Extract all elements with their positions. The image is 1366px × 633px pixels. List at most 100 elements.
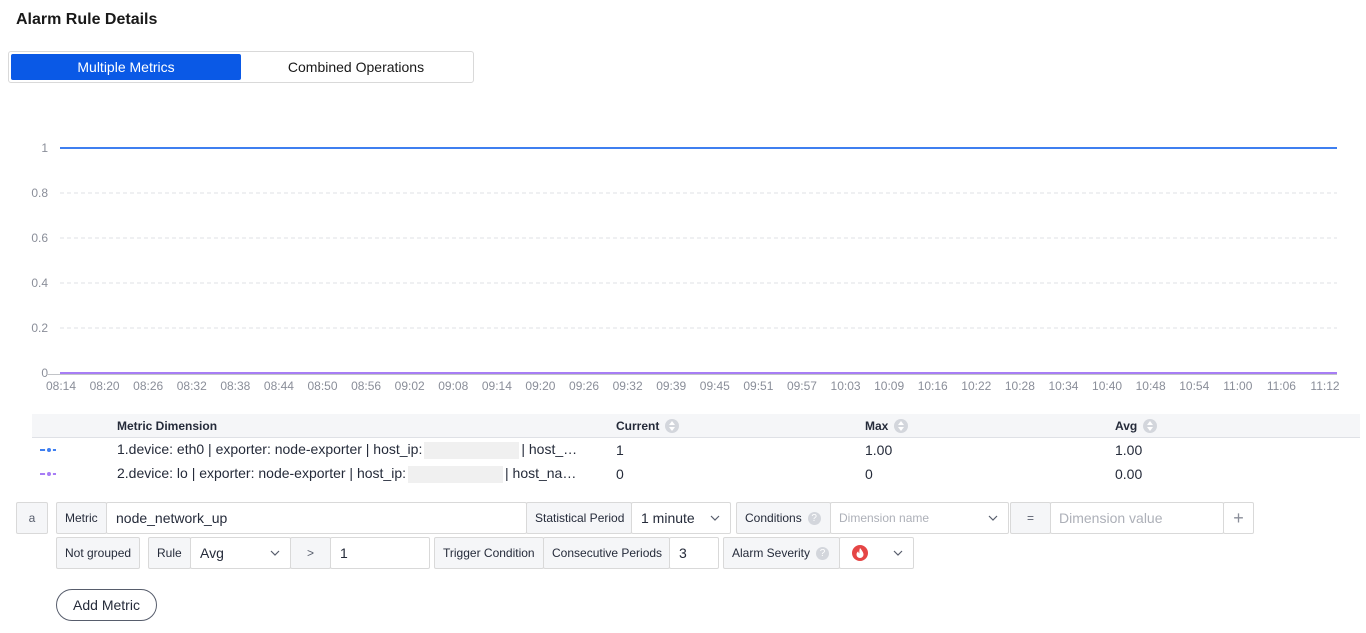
x-tick-label: 10:34	[1048, 379, 1078, 393]
metric-dimension-cell: 2.device: lo | exporter: node-exporter |…	[117, 465, 577, 483]
redacted-host-ip	[408, 465, 503, 483]
chevron-down-icon	[988, 515, 998, 521]
x-tick-label: 10:48	[1136, 379, 1166, 393]
x-tick-label: 09:32	[613, 379, 643, 393]
y-tick-label: 0.8	[31, 186, 48, 200]
rule-value: Avg	[200, 545, 224, 561]
x-tick-label: 08:56	[351, 379, 381, 393]
help-icon[interactable]: ?	[807, 511, 821, 525]
alarm-severity-select[interactable]	[839, 537, 914, 569]
sort-icon[interactable]	[894, 418, 909, 433]
page-title: Alarm Rule Details	[16, 11, 158, 28]
metric-chart-svg: 1 0.8 0.6 0.4 0.2 008:14 08:20 08:26 08:32 08:38 0…	[31, 141, 1340, 393]
legend-dot	[45, 446, 53, 454]
rule-select[interactable]: Avg	[190, 537, 291, 569]
conditions-label: Conditions?	[736, 502, 831, 534]
operator-select[interactable]: >	[290, 537, 331, 569]
x-tick-label: 09:08	[438, 379, 468, 393]
x-tick-label: 09:39	[656, 379, 686, 393]
avg-cell: 1.00	[1115, 442, 1143, 458]
add-condition-button[interactable]: +	[1223, 502, 1254, 534]
redacted-host-ip	[424, 441, 520, 459]
y-tick-label: 0.4	[31, 276, 48, 290]
view-mode-toggle: Multiple Metrics Combined Operations	[8, 51, 474, 83]
legend-dot	[45, 470, 53, 478]
x-tick-label: 08:32	[177, 379, 207, 393]
x-tick-label: 10:54	[1179, 379, 1209, 393]
add-metric-button[interactable]: Add Metric	[56, 589, 157, 621]
table-header: Metric Dimension Current Max Avg	[32, 414, 1360, 438]
x-tick-label: 08:38	[220, 379, 250, 393]
dimension-value-input[interactable]: Dimension value	[1050, 502, 1224, 534]
x-tick-label: 09:20	[525, 379, 555, 393]
consecutive-periods-input[interactable]: 3	[669, 537, 719, 569]
metric-chart: 1 0.8 0.6 0.4 0.2 0 08:14 08:20 08:26 08:32 08:38 0…	[0, 120, 1366, 400]
metric-input[interactable]: node_network_up	[106, 502, 527, 534]
tab-combined-operations[interactable]: Combined Operations	[241, 54, 471, 80]
y-tick-label: 0.6	[31, 231, 48, 245]
x-tick-label: 09:51	[743, 379, 773, 393]
max-cell: 0	[865, 466, 873, 482]
x-tick-label: 09:45	[700, 379, 730, 393]
chevron-down-icon	[710, 515, 720, 521]
x-tick-label: 08:44	[264, 379, 294, 393]
x-tick-label: 08:50	[308, 379, 338, 393]
y-tick-label: 0.2	[31, 321, 48, 335]
max-cell: 1.00	[865, 442, 893, 458]
table-row[interactable]: 1.device: eth0 | exporter: node-exporter…	[32, 438, 1360, 462]
x-tick-label: 11:00	[1223, 379, 1252, 393]
x-tick-label: 10:09	[874, 379, 904, 393]
threshold-input[interactable]: 1	[330, 537, 430, 569]
avg-cell: 0.00	[1115, 466, 1143, 482]
y-tick-label: 0	[41, 366, 48, 380]
dimension-name-select[interactable]: Dimension name	[830, 502, 1009, 534]
metric-dimension-table: Metric Dimension Current Max Avg 1.devic…	[32, 414, 1360, 486]
severity-critical-icon	[840, 544, 892, 562]
x-tick-label: 09:57	[787, 379, 817, 393]
not-grouped-label[interactable]: Not grouped	[56, 537, 140, 569]
series-legend-icon	[32, 438, 117, 462]
header-avg[interactable]: Avg	[1115, 418, 1355, 433]
chevron-down-icon	[270, 550, 280, 556]
x-tick-label: 09:02	[395, 379, 425, 393]
trigger-condition-label: Trigger Condition	[434, 537, 544, 569]
help-icon[interactable]: ?	[816, 546, 830, 560]
statistical-period-label: Statistical Period	[526, 502, 632, 534]
dimension-value-placeholder: Dimension value	[1059, 510, 1163, 526]
sort-icon[interactable]	[665, 418, 680, 433]
current-cell: 1	[616, 442, 624, 458]
x-tick-label: 09:26	[569, 379, 599, 393]
threshold-value: 1	[340, 545, 348, 561]
statistical-period-select[interactable]: 1 minute	[631, 502, 731, 534]
rule-label: Rule	[148, 537, 191, 569]
x-tick-label: 10:16	[918, 379, 948, 393]
table-row[interactable]: 2.device: lo | exporter: node-exporter |…	[32, 462, 1360, 486]
x-tick-label: 10:22	[961, 379, 991, 393]
header-metric-dimension: Metric Dimension	[117, 418, 218, 433]
x-tick-label: 09:14	[482, 379, 512, 393]
alarm-severity-label: Alarm Severity?	[723, 537, 840, 569]
current-cell: 0	[616, 466, 624, 482]
equals-operator: =	[1010, 502, 1051, 534]
dimension-name-placeholder: Dimension name	[839, 511, 930, 525]
metric-label: Metric	[56, 502, 107, 534]
chevron-down-icon	[893, 550, 903, 556]
header-current[interactable]: Current	[616, 418, 865, 433]
x-tick-label: 10:28	[1005, 379, 1035, 393]
consecutive-periods-value: 3	[679, 545, 687, 561]
rule-id-badge: a	[16, 502, 48, 534]
metric-dimension-cell: 1.device: eth0 | exporter: node-exporter…	[117, 441, 578, 459]
x-tick-label: 10:40	[1092, 379, 1122, 393]
x-tick-label: 11:06	[1267, 379, 1296, 393]
x-tick-label: 08:26	[133, 379, 163, 393]
series-legend-icon	[32, 462, 117, 486]
consecutive-periods-label: Consecutive Periods	[543, 537, 670, 569]
y-tick-label: 1	[41, 141, 48, 155]
header-max[interactable]: Max	[865, 418, 1115, 433]
statistical-period-value: 1 minute	[641, 510, 695, 526]
x-tick-label: 08:20	[90, 379, 120, 393]
sort-icon[interactable]	[1143, 418, 1158, 433]
tab-multiple-metrics[interactable]: Multiple Metrics	[11, 54, 241, 80]
x-tick-label: 08:14	[46, 379, 76, 393]
metric-value: node_network_up	[116, 510, 228, 526]
